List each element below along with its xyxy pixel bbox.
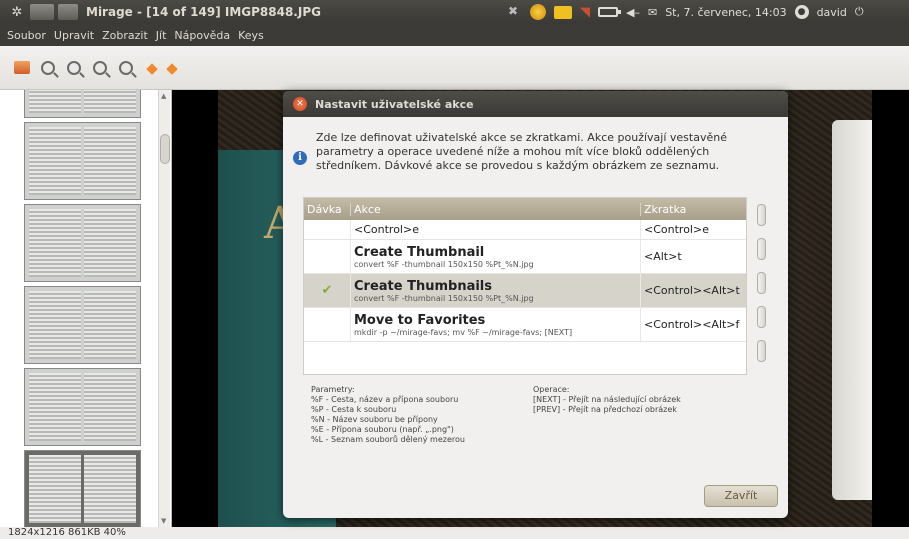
table-header: Dávka Akce Zkratka	[304, 198, 746, 220]
action-cell: <Control>e	[350, 220, 640, 239]
menu-file[interactable]: Soubor	[6, 29, 47, 42]
thumbnail-scrollbar[interactable]: ▲ ▼	[158, 90, 170, 527]
dialog-titlebar: ✕ Nastavit uživatelské akce	[283, 91, 788, 117]
notification-icon[interactable]	[554, 5, 572, 19]
params-title: Parametry:	[311, 385, 355, 394]
thumbnail[interactable]	[24, 204, 141, 282]
dialog-close-icon[interactable]: ✕	[293, 97, 307, 111]
weather-icon[interactable]	[530, 4, 546, 20]
menu-view[interactable]: Zobrazit	[101, 29, 149, 42]
menu-help[interactable]: Nápověda	[173, 29, 231, 42]
wifi-icon[interactable]: ◥	[580, 4, 590, 20]
action-name: Create Thumbnail	[354, 244, 485, 260]
param-item: %L - Seznam souborů dělený mezerou	[311, 435, 465, 444]
thumbnail[interactable]	[24, 368, 141, 446]
remove-action-button[interactable]	[757, 238, 766, 260]
table-row[interactable]: Move to Favorites mkdir -p ~/mirage-favs…	[304, 308, 746, 342]
param-item: %N - Název souboru be přípony	[311, 415, 438, 424]
toolbar: ◆ ◆	[0, 46, 909, 90]
custom-actions-dialog: ✕ Nastavit uživatelské akce i Zde lze de…	[283, 91, 788, 518]
table-row-selected[interactable]: ✔ Create Thumbnails convert %F -thumbnai…	[304, 274, 746, 308]
batch-cell[interactable]	[304, 220, 350, 239]
shortcut-cell: <Control><Alt>f	[640, 308, 746, 341]
thumbnail-selected[interactable]	[24, 450, 141, 527]
batch-cell[interactable]	[304, 308, 350, 341]
parameters-list: Parametry: %F - Cesta, název a přípona s…	[311, 385, 465, 445]
table-row[interactable]: Create Thumbnail convert %F -thumbnail 1…	[304, 240, 746, 274]
table-row[interactable]: <Control>e <Control>e	[304, 220, 746, 240]
volume-icon[interactable]: ◀–	[626, 4, 640, 20]
action-cell: Move to Favorites mkdir -p ~/mirage-favs…	[350, 308, 640, 341]
param-item: %F - Cesta, název a přípona souboru	[311, 395, 459, 404]
table-side-buttons	[757, 204, 767, 374]
action-name: Move to Favorites	[354, 312, 486, 328]
action-command: convert %F -thumbnail 150x150 %Pt_%N.jpg	[354, 293, 534, 303]
action-command: convert %F -thumbnail 150x150 %Pt_%N.jpg	[354, 259, 534, 269]
param-item: %P - Cesta k souboru	[311, 405, 397, 414]
col-batch[interactable]: Dávka	[304, 203, 350, 216]
white-book	[832, 120, 872, 500]
col-shortcut[interactable]: Zkratka	[640, 202, 746, 216]
menu-edit[interactable]: Upravit	[53, 29, 95, 42]
shortcut-cell: <Alt>t	[640, 240, 746, 273]
op-item: [PREV] - Přejít na předchozí obrázek	[533, 405, 677, 414]
action-cell: Create Thumbnails convert %F -thumbnail …	[350, 274, 640, 307]
batch-cell[interactable]	[304, 240, 350, 273]
dialog-title: Nastavit uživatelské akce	[315, 97, 474, 111]
close-icon[interactable]: ✖	[506, 4, 520, 18]
operations-list: Operace: [NEXT] - Přejít na následující …	[533, 385, 681, 415]
gear-icon[interactable]: ✲	[8, 4, 26, 20]
power-icon[interactable]: ⏻	[855, 4, 864, 20]
menu-go[interactable]: Jít	[155, 29, 168, 42]
shortcut-cell: <Control><Alt>t	[640, 274, 746, 307]
zoom-out-icon[interactable]	[40, 60, 56, 76]
batch-cell[interactable]: ✔	[304, 274, 350, 307]
thumbnail[interactable]	[24, 90, 141, 118]
window-icon-2[interactable]	[58, 4, 78, 20]
zoom-fit-icon[interactable]	[92, 60, 108, 76]
move-up-button[interactable]	[757, 306, 766, 328]
next-arrow-icon[interactable]: ◆	[164, 59, 180, 77]
param-item: %E - Přípona souboru (např. „.png")	[311, 425, 454, 434]
prev-arrow-icon[interactable]: ◆	[144, 59, 160, 77]
scroll-down-icon[interactable]: ▼	[161, 517, 166, 525]
thumbnail[interactable]	[24, 122, 141, 200]
move-down-button[interactable]	[757, 340, 766, 362]
ops-title: Operace:	[533, 385, 570, 394]
close-button[interactable]: Zavřít	[704, 485, 778, 507]
thumbnail[interactable]	[24, 286, 141, 364]
op-item: [NEXT] - Přejít na následující obrázek	[533, 395, 681, 404]
window-title: Mirage - [14 of 149] IMGP8848.JPG	[86, 5, 321, 19]
scroll-up-icon[interactable]: ▲	[161, 92, 166, 100]
user-icon[interactable]: ●	[794, 5, 809, 19]
actions-table: Dávka Akce Zkratka <Control>e <Control>e…	[303, 197, 747, 375]
action-name: Create Thumbnails	[354, 278, 493, 294]
add-action-button[interactable]	[757, 204, 766, 226]
thumbnail-pane: ▲ ▼	[0, 90, 172, 527]
zoom-in-icon[interactable]	[66, 60, 82, 76]
statusbar: 1824x1216 861KB 40%	[0, 527, 909, 539]
menu-keys[interactable]: Keys	[237, 29, 265, 42]
user-name[interactable]: david	[817, 4, 847, 20]
action-name: <Control>e	[354, 223, 419, 236]
open-icon[interactable]	[14, 60, 30, 76]
col-action[interactable]: Akce	[350, 202, 640, 216]
shortcut-cell: <Control>e	[640, 220, 746, 239]
window-icon[interactable]	[30, 4, 54, 20]
edit-action-button[interactable]	[757, 272, 766, 294]
zoom-100-icon[interactable]	[118, 60, 134, 76]
action-command: mkdir -p ~/mirage-favs; mv %F ~/mirage-f…	[354, 327, 573, 337]
dialog-description: Zde lze definovat uživatelské akce se zk…	[316, 131, 727, 172]
battery-icon[interactable]	[598, 7, 621, 17]
info-icon: i	[293, 151, 307, 165]
clock[interactable]: St, 7. červenec, 14:03	[665, 4, 786, 20]
mail-icon[interactable]: ✉	[648, 4, 657, 20]
scrollbar-handle[interactable]	[160, 134, 170, 164]
indicator-area: ◥ ◀– ✉ St, 7. červenec, 14:03 ● david ⏻	[530, 0, 864, 24]
check-icon[interactable]: ✔	[322, 283, 333, 298]
top-panel: ✲ Mirage - [14 of 149] IMGP8848.JPG ✖ ◥ …	[0, 0, 909, 24]
action-cell: Create Thumbnail convert %F -thumbnail 1…	[350, 240, 640, 273]
menubar: Soubor Upravit Zobrazit Jít Nápověda Key…	[0, 24, 909, 46]
